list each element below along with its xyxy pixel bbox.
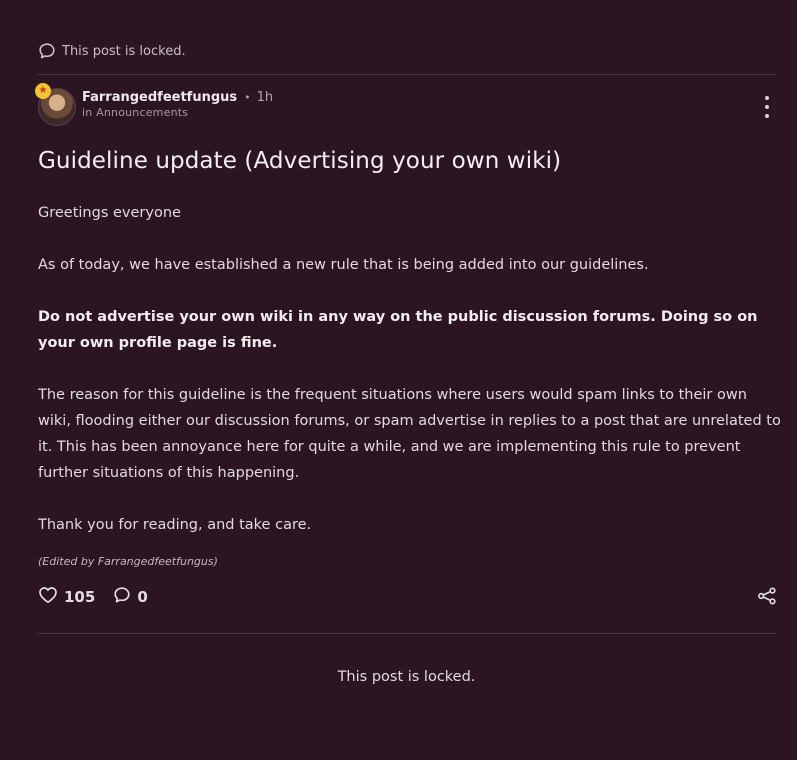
divider xyxy=(38,74,776,75)
avatar[interactable]: ★ xyxy=(35,83,76,126)
reply-count: 0 xyxy=(137,588,148,606)
menu-dot xyxy=(765,105,769,109)
author-meta: Farrangedfeetfungus • 1h in Announcement… xyxy=(82,88,273,119)
edited-note: (Edited by Farrangedfeetfungus) xyxy=(38,555,218,568)
author-name[interactable]: Farrangedfeetfungus xyxy=(82,90,237,105)
menu-dot xyxy=(765,96,769,100)
heart-icon xyxy=(38,586,58,608)
author-line: Farrangedfeetfungus • 1h xyxy=(82,90,273,105)
locked-notice-bottom: This post is locked. xyxy=(337,669,476,685)
kebab-menu-icon[interactable] xyxy=(760,96,774,118)
share-icon[interactable] xyxy=(757,587,777,609)
post-paragraph: As of today, we have established a new r… xyxy=(38,257,649,273)
reply-button[interactable]: 0 xyxy=(113,586,148,608)
post-paragraph: Thank you for reading, and take care. xyxy=(38,517,312,533)
divider xyxy=(38,633,776,634)
separator-dot: • xyxy=(244,91,251,104)
post-header: ★ Farrangedfeetfungus • 1h in Announceme… xyxy=(35,83,273,126)
post-paragraph: The reason for this guideline is the fre… xyxy=(38,387,781,481)
post-paragraph-rule: Do not advertise your own wiki in any wa… xyxy=(38,309,758,351)
category-link[interactable]: in Announcements xyxy=(82,106,273,119)
like-count: 105 xyxy=(64,588,96,606)
star-badge-icon: ★ xyxy=(35,83,51,99)
menu-dot xyxy=(765,114,769,118)
locked-notice-text: This post is locked. xyxy=(62,43,186,59)
speech-bubble-icon xyxy=(38,42,56,60)
post-time: 1h xyxy=(256,90,274,105)
like-button[interactable]: 105 xyxy=(38,586,95,608)
post-title: Guideline update (Advertising your own w… xyxy=(38,148,562,174)
post-paragraph: Greetings everyone xyxy=(38,205,181,221)
speech-bubble-icon xyxy=(113,586,131,608)
discussion-post-page: This post is locked. ★ Farrangedfeetfung… xyxy=(0,0,797,760)
post-body: Greetings everyone As of today, we have … xyxy=(38,200,783,564)
post-actions: 105 0 xyxy=(38,586,148,608)
locked-notice-top: This post is locked. xyxy=(38,42,186,60)
